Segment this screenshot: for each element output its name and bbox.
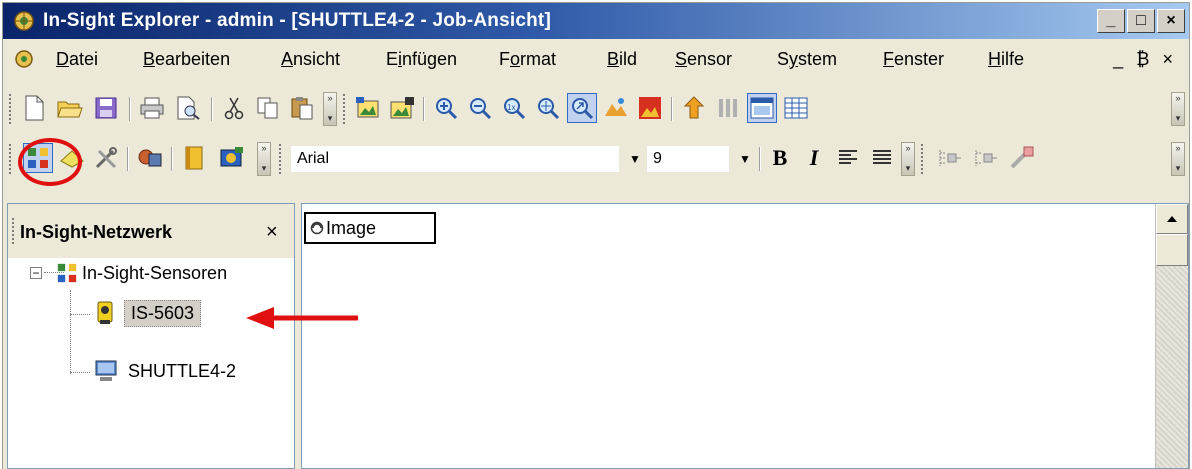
paste-icon[interactable] [287, 93, 317, 123]
menu-einfuegen[interactable]: Einfügen [386, 49, 457, 70]
window-controls: _ □ × [1097, 9, 1185, 33]
tree-item-in-sight-sensoren[interactable]: − In-Sight-Sensoren [30, 258, 227, 288]
scroll-thumb[interactable] [1156, 234, 1188, 266]
menu-ansicht[interactable]: Ansicht [281, 49, 340, 70]
red-arrow-annotation [246, 307, 358, 329]
menu-hilfe[interactable]: Hilfe [988, 49, 1024, 70]
zoom-fit-icon[interactable] [567, 93, 597, 123]
font-size-combo[interactable]: 9 [647, 146, 729, 172]
menu-datei[interactable]: Datei [56, 49, 98, 70]
image-settings-icon[interactable] [601, 93, 631, 123]
tree-expander[interactable]: − [30, 267, 42, 279]
zoom-fill-icon[interactable] [533, 93, 563, 123]
spreadsheet-area[interactable]: Image [301, 203, 1189, 469]
toolbar-overflow-chevron[interactable]: » ▾ [1171, 142, 1185, 176]
align-left-icon[interactable] [833, 143, 863, 173]
zoom-in-icon[interactable] [431, 93, 461, 123]
menu-bild[interactable]: Bild [607, 49, 637, 70]
copy-icon[interactable] [253, 93, 283, 123]
align-center-icon[interactable] [867, 143, 897, 173]
sensor-settings-icon[interactable] [135, 143, 165, 173]
tree-item-label: IS-5603 [124, 299, 202, 327]
trigger-icon[interactable] [713, 93, 743, 123]
close-button[interactable]: × [1157, 9, 1185, 33]
live-image-icon[interactable] [635, 93, 665, 123]
online-offline-icon[interactable] [679, 93, 709, 123]
toolbar-overflow-chevron[interactable]: » ▾ [323, 92, 337, 126]
image-cell-icon [310, 221, 324, 235]
font-size-dropdown-arrow[interactable]: ▼ [735, 146, 755, 172]
zoom-1x-icon[interactable]: 1x [499, 93, 529, 123]
zoom-out-icon[interactable] [465, 93, 495, 123]
scroll-up-button[interactable] [1156, 204, 1188, 234]
save-icon[interactable] [91, 93, 121, 123]
job-notebook-icon[interactable] [179, 143, 209, 173]
network-panel-title: In-Sight-Netzwerk [20, 222, 173, 242]
open-folder-icon[interactable] [55, 93, 85, 123]
panel-grip[interactable] [12, 218, 17, 244]
toolbar-overflow-chevron[interactable]: » ▾ [901, 142, 915, 176]
image-capture-icon[interactable] [217, 143, 247, 173]
cut-icon[interactable] [219, 93, 249, 123]
tree-item-label: SHUTTLE4-2 [128, 360, 237, 381]
menu-sensor[interactable]: Sensor [675, 49, 732, 70]
image-cell[interactable]: Image [304, 212, 436, 244]
spreadsheet-view-icon[interactable] [781, 93, 811, 123]
network-panel-header: In-Sight-Netzwerk × [8, 204, 294, 258]
print-icon[interactable] [137, 93, 167, 123]
toolbar-grip[interactable] [921, 144, 926, 174]
tree-item-is-5603[interactable]: IS-5603 [94, 298, 202, 328]
menu-bearbeiten[interactable]: Bearbeiten [143, 49, 230, 70]
toolbar-overflow-chevron[interactable]: » ▾ [257, 142, 271, 176]
toolbar-grip[interactable] [343, 94, 348, 124]
sensor-network-icon [57, 263, 77, 283]
link-cells-icon[interactable] [1007, 143, 1037, 173]
font-name-dropdown-arrow[interactable]: ▼ [625, 146, 645, 172]
standard-toolbar: » ▾ 1x » ▾ [3, 87, 1189, 131]
minimize-button[interactable]: _ [1097, 9, 1125, 33]
image-cell-label: Image [326, 218, 377, 238]
font-name-combo[interactable]: Arial [291, 146, 619, 172]
tools-icon[interactable] [91, 143, 121, 173]
network-panel: In-Sight-Netzwerk × − In-Sight-Sensoren … [7, 203, 295, 469]
app-logo-icon [14, 11, 34, 31]
italic-button[interactable]: I [799, 143, 829, 173]
highlight-circle-annotation [18, 138, 82, 186]
image-load-icon[interactable] [353, 93, 383, 123]
menu-bar: Datei Bearbeiten Ansicht Einfügen Format… [3, 41, 1189, 77]
menu-format[interactable]: Format [499, 49, 556, 70]
toolbar-grip[interactable] [9, 144, 14, 174]
toolbar-overflow-chevron[interactable]: » ▾ [1171, 92, 1185, 126]
indent-left-icon[interactable] [935, 143, 965, 173]
format-toolbar: » ▾ Arial ▼ 9 ▼ B I » ▾ » ▾ [3, 137, 1189, 181]
tree-item-shuttle4-2[interactable]: SHUTTLE4-2 [94, 356, 236, 386]
network-panel-close-button[interactable]: × [266, 221, 278, 244]
mdi-controls[interactable]: _ ₿ × [1113, 49, 1177, 70]
menu-system[interactable]: System [777, 49, 837, 70]
image-save-icon[interactable] [387, 93, 417, 123]
toolbar-grip[interactable] [279, 144, 284, 174]
toolbar-grip[interactable] [9, 94, 14, 124]
document-system-menu-icon[interactable] [13, 48, 35, 70]
menu-fenster[interactable]: Fenster [883, 49, 944, 70]
title-bar[interactable]: In-Sight Explorer - admin - [SHUTTLE4-2 … [3, 3, 1189, 39]
bold-button[interactable]: B [765, 143, 795, 173]
vertical-scrollbar[interactable] [1155, 204, 1188, 468]
new-file-icon[interactable] [19, 93, 49, 123]
app-window: In-Sight Explorer - admin - [SHUTTLE4-2 … [2, 2, 1190, 469]
maximize-button[interactable]: □ [1127, 9, 1155, 33]
camera-sensor-icon [97, 301, 113, 324]
print-preview-icon[interactable] [173, 93, 203, 123]
indent-right-icon[interactable] [971, 143, 1001, 173]
custom-view-icon[interactable] [747, 93, 777, 123]
svg-text:1x: 1x [507, 103, 515, 112]
computer-icon [95, 360, 117, 381]
window-title: In-Sight Explorer - admin - [SHUTTLE4-2 … [43, 10, 551, 31]
tree-item-label: In-Sight-Sensoren [82, 262, 228, 283]
